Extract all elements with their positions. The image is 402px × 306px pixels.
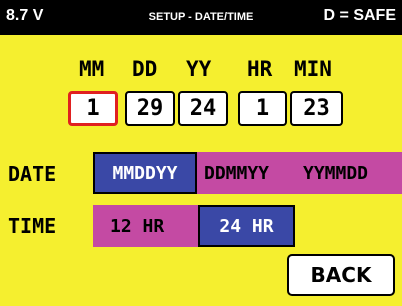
time-format-label: TIME	[8, 214, 57, 238]
year-field[interactable]: 24	[178, 91, 228, 126]
month-header: MM	[79, 57, 105, 81]
minute-field[interactable]: 23	[290, 91, 343, 126]
hour-header: HR	[247, 57, 273, 81]
status-bar: 8.7 V SETUP - DATE/TIME D = SAFE	[0, 0, 402, 35]
day-header: DD	[132, 57, 158, 81]
date-format-mmddyy-option[interactable]: MMDDYY	[93, 152, 197, 194]
setup-date-time-screen: 8.7 V SETUP - DATE/TIME D = SAFE MM DD Y…	[0, 0, 402, 306]
time-format-24hr-option[interactable]: 24 HR	[198, 205, 295, 247]
minute-header: MIN	[294, 57, 332, 81]
day-field[interactable]: 29	[125, 91, 175, 126]
date-format-label: DATE	[8, 162, 57, 186]
month-field[interactable]: 1	[68, 91, 118, 126]
mode-indicator: D = SAFE	[323, 7, 396, 24]
time-format-12hr-option[interactable]: 12 HR	[110, 205, 192, 247]
back-button[interactable]: BACK	[287, 254, 395, 296]
year-header: YY	[186, 57, 212, 81]
date-format-yymmdd-option[interactable]: YYMMDD	[303, 152, 399, 194]
hour-field[interactable]: 1	[238, 91, 287, 126]
date-format-ddmmyy-option[interactable]: DDMMYY	[204, 152, 294, 194]
